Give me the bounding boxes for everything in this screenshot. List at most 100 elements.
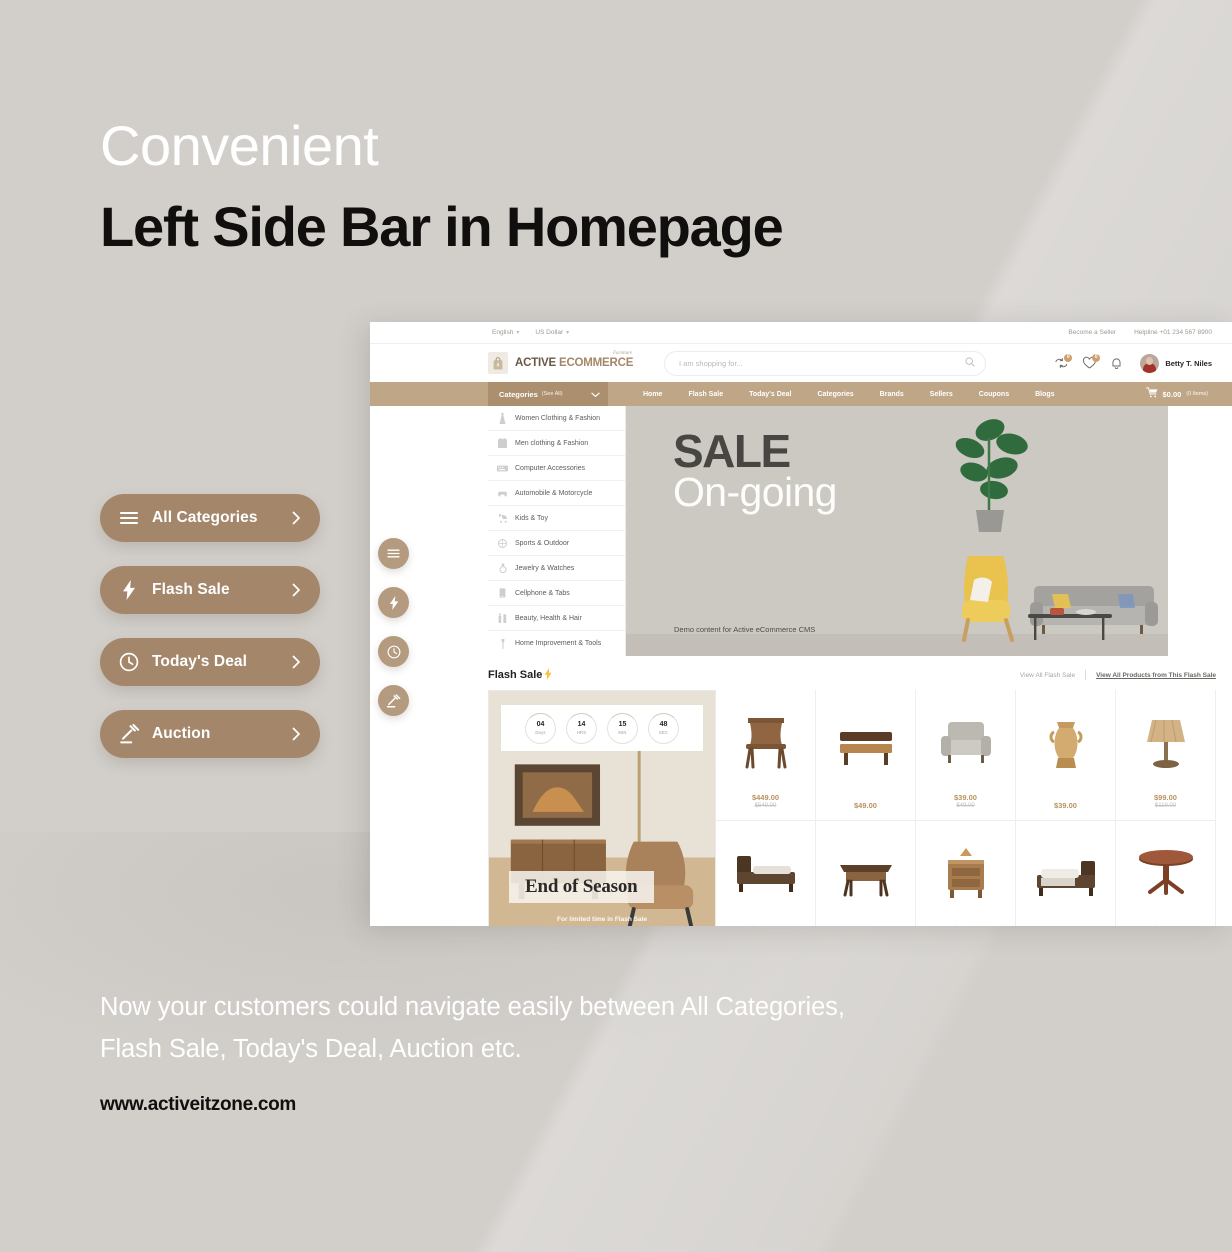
sidebar-item-home-improvement[interactable]: Home Improvement & Tools <box>488 631 625 656</box>
sidebar-item-cellphone-tabs[interactable]: Cellphone & Tabs <box>488 581 625 606</box>
clock-icon <box>387 645 401 659</box>
website-url: www.activeitzone.com <box>100 1094 297 1115</box>
product-image-wood-chair <box>716 690 815 793</box>
pill-label: Today's Deal <box>152 653 248 670</box>
product-card[interactable]: $49.00 <box>816 821 916 926</box>
bolt-icon <box>389 595 399 610</box>
language-selector[interactable]: English ▾ <box>492 329 519 336</box>
sidebar-item-beauty-health[interactable]: Beauty, Health & Hair <box>488 606 625 631</box>
product-card[interactable]: $49.00 <box>816 690 916 821</box>
sidebar-item-label: Home Improvement & Tools <box>515 640 602 647</box>
stroller-icon <box>496 513 509 523</box>
nav-link-brands[interactable]: Brands <box>867 391 917 398</box>
sidebar-item-computer-accessories[interactable]: Computer Accessories <box>488 456 625 481</box>
product-card[interactable]: $39.00 <box>1016 821 1116 926</box>
nav-link-flash-sale[interactable]: Flash Sale <box>675 391 736 398</box>
bolt-icon <box>544 667 553 683</box>
user-menu[interactable]: Betty T. Niles <box>1140 353 1212 373</box>
become-a-seller-link[interactable]: Become a Seller <box>1068 329 1116 336</box>
hero-armchair-illustration <box>962 556 1014 642</box>
sidebar-item-men-clothing[interactable]: Men clothing & Fashion <box>488 431 625 456</box>
hero-caption: Demo content for Active eCommerce CMS <box>674 625 816 634</box>
notification-bell-icon[interactable] <box>1110 356 1125 371</box>
shirt-icon <box>496 438 509 448</box>
hero-banner[interactable]: SALE On-going Demo content for Active eC… <box>626 406 1168 656</box>
product-card[interactable]: $39.00 <box>1016 690 1116 821</box>
page-title: Left Side Bar in Homepage <box>100 195 784 258</box>
flash-sale-promo-card[interactable]: 04 Days 14 HRS 15 MIN 48 SEC End of Seas… <box>488 690 716 926</box>
product-image-bench <box>816 690 915 801</box>
cart-button[interactable]: $0.00 (0 Items) <box>1145 385 1208 403</box>
chevron-right-icon <box>292 727 306 741</box>
pill-todays-deal[interactable]: Today's Deal <box>100 638 320 686</box>
hamburger-icon <box>118 507 140 529</box>
countdown-value: 04 <box>536 721 545 728</box>
product-card[interactable]: $99.00 $119.00 <box>1116 821 1216 926</box>
rail-button-flash-sale[interactable] <box>378 587 409 618</box>
rail-button-all-categories[interactable] <box>378 538 409 569</box>
product-card[interactable]: $99.00 $119.00 <box>1116 690 1216 821</box>
sidebar-item-label: Cellphone & Tabs <box>515 589 570 597</box>
nav-link-categories[interactable]: Categories <box>804 391 866 398</box>
dress-icon <box>496 412 509 424</box>
sidebar-item-label: Kids & Toy <box>515 514 548 522</box>
product-card[interactable]: $39.00 $49.00 <box>916 690 1016 821</box>
helpline-text: Helpline +01 234 567 8900 <box>1134 329 1212 336</box>
sidebar-item-women-clothing[interactable]: Women Clothing & Fashion <box>488 406 625 431</box>
product-card[interactable]: $39.00 $49.00 <box>916 821 1016 926</box>
search-placeholder: I am shopping for... <box>679 358 743 368</box>
hero-title: SALE <box>673 425 791 477</box>
pill-all-categories[interactable]: All Categories <box>100 494 320 542</box>
countdown-timer: 04 Days 14 HRS 15 MIN 48 SEC <box>501 705 703 751</box>
product-card[interactable]: $449.00 $549.00 <box>716 821 816 926</box>
nav-categories-sublabel: (See All) <box>541 391 563 397</box>
countdown-unit: Days <box>535 730 546 735</box>
currency-selector[interactable]: US Dollar ▾ <box>535 329 569 336</box>
view-all-flash-sale-link[interactable]: View All Flash Sale <box>1020 672 1075 679</box>
sidebar-item-kids-toy[interactable]: Kids & Toy <box>488 506 625 531</box>
countdown-value: 48 <box>659 721 668 728</box>
sidebar-item-jewelry-watches[interactable]: Jewelry & Watches <box>488 556 625 581</box>
chevron-down-icon: ▾ <box>516 330 520 336</box>
logo-text-primary: ACTIVE <box>515 357 559 369</box>
ring-icon <box>496 563 509 573</box>
nav-categories-dropdown[interactable]: Categories (See All) <box>488 382 608 406</box>
nav-categories-label: Categories <box>499 389 538 399</box>
flash-sale-links: View All Flash Sale View All Products fr… <box>1020 670 1216 680</box>
product-old-price: $549.00 <box>754 803 777 810</box>
nav-link-todays-deal[interactable]: Today's Deal <box>736 391 804 398</box>
sidebar-item-label: Automobile & Motorcycle <box>515 489 593 497</box>
promo-title: End of Season <box>509 871 654 903</box>
nav-link-coupons[interactable]: Coupons <box>966 391 1022 398</box>
cart-total: $0.00 <box>1162 389 1182 399</box>
pill-auction[interactable]: Auction <box>100 710 320 758</box>
headline-block: Convenient Left Side Bar in Homepage <box>100 118 784 258</box>
compare-icon[interactable]: 0 <box>1054 353 1073 371</box>
hamburger-icon <box>387 549 400 558</box>
product-card[interactable]: $449.00 $549.00 <box>716 690 816 821</box>
sidebar-item-automobile[interactable]: Automobile & Motorcycle <box>488 481 625 506</box>
chevron-right-icon <box>292 655 306 669</box>
search-input[interactable]: I am shopping for... <box>664 350 986 376</box>
pill-label: All Categories <box>152 509 258 526</box>
pill-flash-sale[interactable]: Flash Sale <box>100 566 320 614</box>
search-icon[interactable] <box>965 354 975 372</box>
pill-label: Auction <box>152 725 211 742</box>
sidebar-item-label: Computer Accessories <box>515 464 586 472</box>
pill-label: Flash Sale <box>152 581 230 598</box>
promo-subtitle: For limited time in Flash Sale <box>557 916 647 923</box>
wishlist-badge: 0 <box>1092 353 1101 362</box>
nav-link-sellers[interactable]: Sellers <box>917 391 966 398</box>
chevron-right-icon <box>292 511 306 525</box>
countdown-unit: MIN <box>618 730 627 735</box>
rail-button-todays-deal[interactable] <box>378 636 409 667</box>
site-logo[interactable]: ACTIVE ECOMMERCE Furniture <box>488 351 640 374</box>
rail-button-auction[interactable] <box>378 685 409 716</box>
sidebar-item-sports-outdoor[interactable]: Sports & Outdoor <box>488 531 625 556</box>
wishlist-heart-icon[interactable]: 0 <box>1082 353 1101 371</box>
view-all-products-link[interactable]: View All Products from This Flash Sale <box>1096 672 1216 679</box>
product-image-round-table <box>1116 821 1215 924</box>
chevron-down-icon <box>591 385 600 403</box>
nav-link-blogs[interactable]: Blogs <box>1022 391 1067 398</box>
nav-link-home[interactable]: Home <box>630 391 675 398</box>
